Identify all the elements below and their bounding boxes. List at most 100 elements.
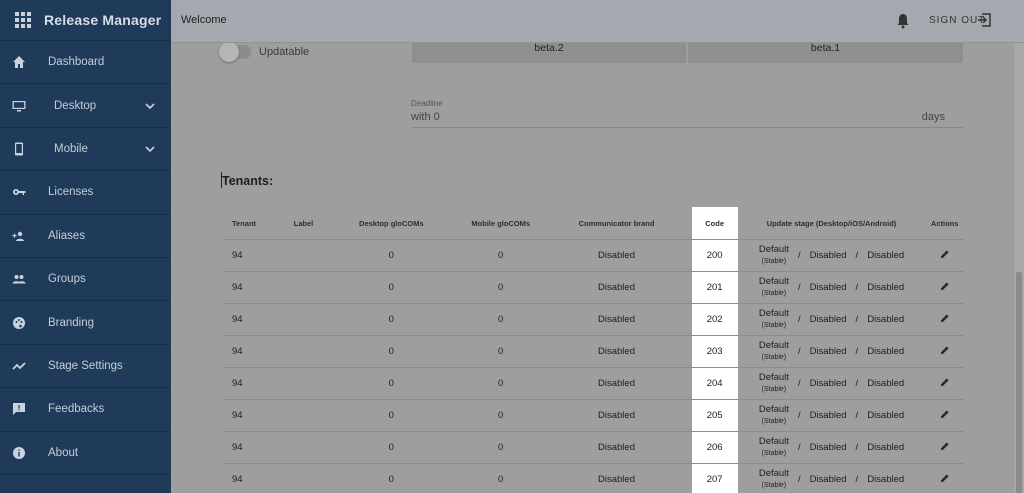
mobile-icon: [12, 142, 26, 156]
cell-label: [284, 431, 323, 464]
beta-2-label: beta.2: [534, 43, 564, 54]
main-content: Updatable beta.2 beta.1 Deadline with 0 …: [171, 43, 1014, 493]
apps-grid-icon[interactable]: [15, 12, 31, 28]
tenants-heading: Tenants:: [222, 174, 274, 188]
stage-separator: /: [797, 250, 801, 261]
bell-icon[interactable]: [896, 13, 910, 29]
stage-separator: /: [797, 442, 801, 453]
edit-pencil-icon[interactable]: [940, 377, 950, 387]
cell-desktop-glocoms: 0: [322, 463, 460, 493]
edit-pencil-icon[interactable]: [940, 409, 950, 419]
cell-update-stage: Default (Stable) / Disabled / Disabled: [737, 239, 926, 272]
table-row: 94 0 0 Disabled 201 Default (Stable) / Disabled /…: [223, 271, 964, 304]
column-header-update-stage[interactable]: Update stage (Desktop/iOS/Android): [737, 207, 926, 240]
stage-desktop-note: (Stable): [761, 482, 787, 489]
cell-actions: [925, 239, 964, 272]
cell-update-stage: Default (Stable) / Disabled / Disabled: [737, 303, 926, 336]
sidebar-item-mobile[interactable]: Mobile: [0, 128, 171, 172]
stage-desktop-note: (Stable): [761, 290, 787, 297]
cell-update-stage: Default (Stable) / Disabled / Disabled: [737, 367, 926, 400]
table-row: 94 0 0 Disabled 207 Default (Stable) / Disabled /…: [223, 463, 964, 493]
stage-desktop: Default: [758, 372, 789, 383]
cell-tenant: 94: [223, 431, 285, 464]
toggle-knob[interactable]: [219, 43, 239, 62]
edit-pencil-icon[interactable]: [940, 441, 950, 451]
cell-actions: [925, 303, 964, 336]
column-header-desktop[interactable]: Desktop gloCOMs: [322, 207, 460, 240]
beta-2-button[interactable]: beta.2: [412, 43, 686, 63]
sidebar-item-feedbacks[interactable]: Feedbacks: [0, 388, 171, 432]
cell-brand: Disabled: [541, 239, 692, 272]
column-header-label[interactable]: Label: [284, 207, 323, 240]
cell-tenant: 94: [223, 399, 285, 432]
column-header-brand[interactable]: Communicator brand: [541, 207, 692, 240]
stage-desktop-note: (Stable): [761, 322, 787, 329]
app-title: Release Manager: [44, 12, 162, 28]
beta-1-button[interactable]: beta.1: [688, 43, 963, 63]
welcome-text: Welcome: [181, 14, 227, 26]
stage-ios: Disabled: [809, 250, 847, 261]
sidebar-item-groups[interactable]: Groups: [0, 258, 171, 302]
edit-pencil-icon[interactable]: [940, 473, 950, 483]
cell-code: 201: [691, 271, 738, 304]
stage-desktop: Default: [758, 468, 789, 479]
chevron-down-icon[interactable]: [145, 101, 155, 111]
cell-mobile-glocoms: 0: [459, 239, 542, 272]
deadline-value: with 0: [411, 111, 440, 123]
deadline-field[interactable]: with 0 days: [411, 109, 963, 128]
column-header-actions: Actions: [925, 207, 964, 240]
edit-pencil-icon[interactable]: [940, 313, 950, 323]
updatable-label: Updatable: [259, 46, 310, 58]
sidebar-item-licenses[interactable]: Licenses: [0, 171, 171, 215]
cell-mobile-glocoms: 0: [459, 431, 542, 464]
cell-mobile-glocoms: 0: [459, 399, 542, 432]
sidebar-item-stage-settings[interactable]: Stage Settings: [0, 345, 171, 389]
cell-desktop-glocoms: 0: [322, 367, 460, 400]
group-icon: [12, 272, 26, 286]
stage-separator: /: [855, 314, 859, 325]
stage-separator: /: [797, 378, 801, 389]
stage-separator: /: [855, 442, 859, 453]
cell-label: [284, 271, 323, 304]
stage-ios: Disabled: [809, 314, 847, 325]
stage-desktop: Default: [758, 404, 789, 415]
cell-actions: [925, 463, 964, 493]
sidebar-item-dashboard[interactable]: Dashboard: [0, 41, 171, 85]
column-header-code[interactable]: Code: [691, 207, 738, 240]
sign-out-icon[interactable]: [977, 13, 991, 27]
cell-brand: Disabled: [541, 367, 692, 400]
table-row: 94 0 0 Disabled 203 Default (Stable) / Disabled /…: [223, 335, 964, 368]
sidebar-item-label: Groups: [48, 273, 86, 286]
edit-pencil-icon[interactable]: [940, 249, 950, 259]
cell-label: [284, 239, 323, 272]
sidebar-item-label: Licenses: [48, 186, 94, 199]
cell-actions: [925, 335, 964, 368]
cell-update-stage: Default (Stable) / Disabled / Disabled: [737, 271, 926, 304]
stage-separator: /: [855, 282, 859, 293]
sidebar-item-desktop[interactable]: Desktop: [0, 84, 171, 128]
cell-mobile-glocoms: 0: [459, 463, 542, 493]
table-row: 94 0 0 Disabled 205 Default (Stable) / Disabled /…: [223, 399, 964, 432]
stage-desktop: Default: [758, 436, 789, 447]
scrollbar-thumb[interactable]: [1016, 272, 1022, 493]
sidebar-item-label: Stage Settings: [48, 359, 123, 372]
stage-desktop-note: (Stable): [761, 450, 787, 457]
stage-separator: /: [855, 378, 859, 389]
cell-brand: Disabled: [541, 431, 692, 464]
sidebar-header: Release Manager: [0, 0, 171, 41]
edit-pencil-icon[interactable]: [940, 345, 950, 355]
column-header-mobile[interactable]: Mobile gloCOMs: [459, 207, 542, 240]
chevron-down-icon[interactable]: [145, 144, 155, 154]
sidebar-item-branding[interactable]: Branding: [0, 301, 171, 345]
stage-desktop-note: (Stable): [761, 354, 787, 361]
edit-pencil-icon[interactable]: [940, 281, 950, 291]
sidebar-item-aliases[interactable]: Aliases: [0, 215, 171, 258]
stage-desktop: Default: [758, 244, 789, 255]
sidebar-item-about[interactable]: About: [0, 432, 171, 475]
cell-mobile-glocoms: 0: [459, 367, 542, 400]
column-header-tenant[interactable]: Tenant: [223, 207, 285, 240]
desktop-icon: [12, 99, 26, 113]
sidebar-item-label: Mobile: [54, 142, 88, 155]
stage-android: Disabled: [867, 314, 905, 325]
stage-ios: Disabled: [809, 346, 847, 357]
